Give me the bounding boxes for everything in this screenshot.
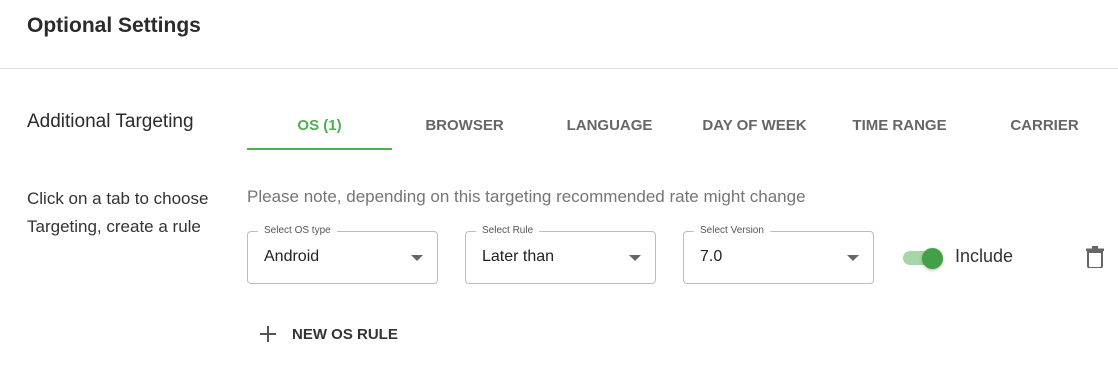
rule-label: Select Rule bbox=[476, 224, 540, 238]
include-label: Include bbox=[955, 246, 1014, 266]
tab-carrier[interactable]: CARRIER bbox=[972, 100, 1117, 150]
page-title: Optional Settings bbox=[27, 14, 201, 37]
section-label: Additional Targeting bbox=[27, 111, 194, 132]
help-text: Click on a tab to choose Targeting, crea… bbox=[27, 189, 209, 236]
version-value: 7.0 bbox=[700, 248, 723, 265]
os-type-value: Android bbox=[264, 248, 320, 265]
rule-value: Later than bbox=[482, 248, 555, 265]
tab-os[interactable]: OS (1) bbox=[247, 100, 392, 150]
caret-down-icon bbox=[411, 255, 423, 261]
include-toggle[interactable] bbox=[903, 248, 945, 269]
tab-browser[interactable]: BROWSER bbox=[392, 100, 537, 150]
new-os-rule-button[interactable]: NEW OS RULE bbox=[258, 320, 398, 348]
targeting-note: Please note, depending on this targeting… bbox=[247, 187, 806, 206]
page-header: Optional Settings bbox=[0, 0, 1118, 69]
new-os-rule-label: NEW OS RULE bbox=[292, 325, 398, 343]
toggle-thumb bbox=[922, 248, 943, 269]
os-type-select[interactable]: Select OS type Android bbox=[247, 224, 438, 284]
plus-icon bbox=[258, 324, 278, 344]
caret-down-icon bbox=[847, 255, 859, 261]
tab-language[interactable]: LANGUAGE bbox=[537, 100, 682, 150]
version-select[interactable]: Select Version 7.0 bbox=[683, 224, 874, 284]
trash-icon[interactable] bbox=[1086, 246, 1104, 269]
caret-down-icon bbox=[629, 255, 641, 261]
tab-day-of-week[interactable]: DAY OF WEEK bbox=[682, 100, 827, 150]
rule-select[interactable]: Select Rule Later than bbox=[465, 224, 656, 284]
os-type-label: Select OS type bbox=[258, 224, 337, 238]
version-label: Select Version bbox=[694, 224, 770, 238]
tab-time-range[interactable]: TIME RANGE bbox=[827, 100, 972, 150]
targeting-tabs: OS (1) BROWSER LANGUAGE DAY OF WEEK TIME… bbox=[247, 100, 1118, 150]
